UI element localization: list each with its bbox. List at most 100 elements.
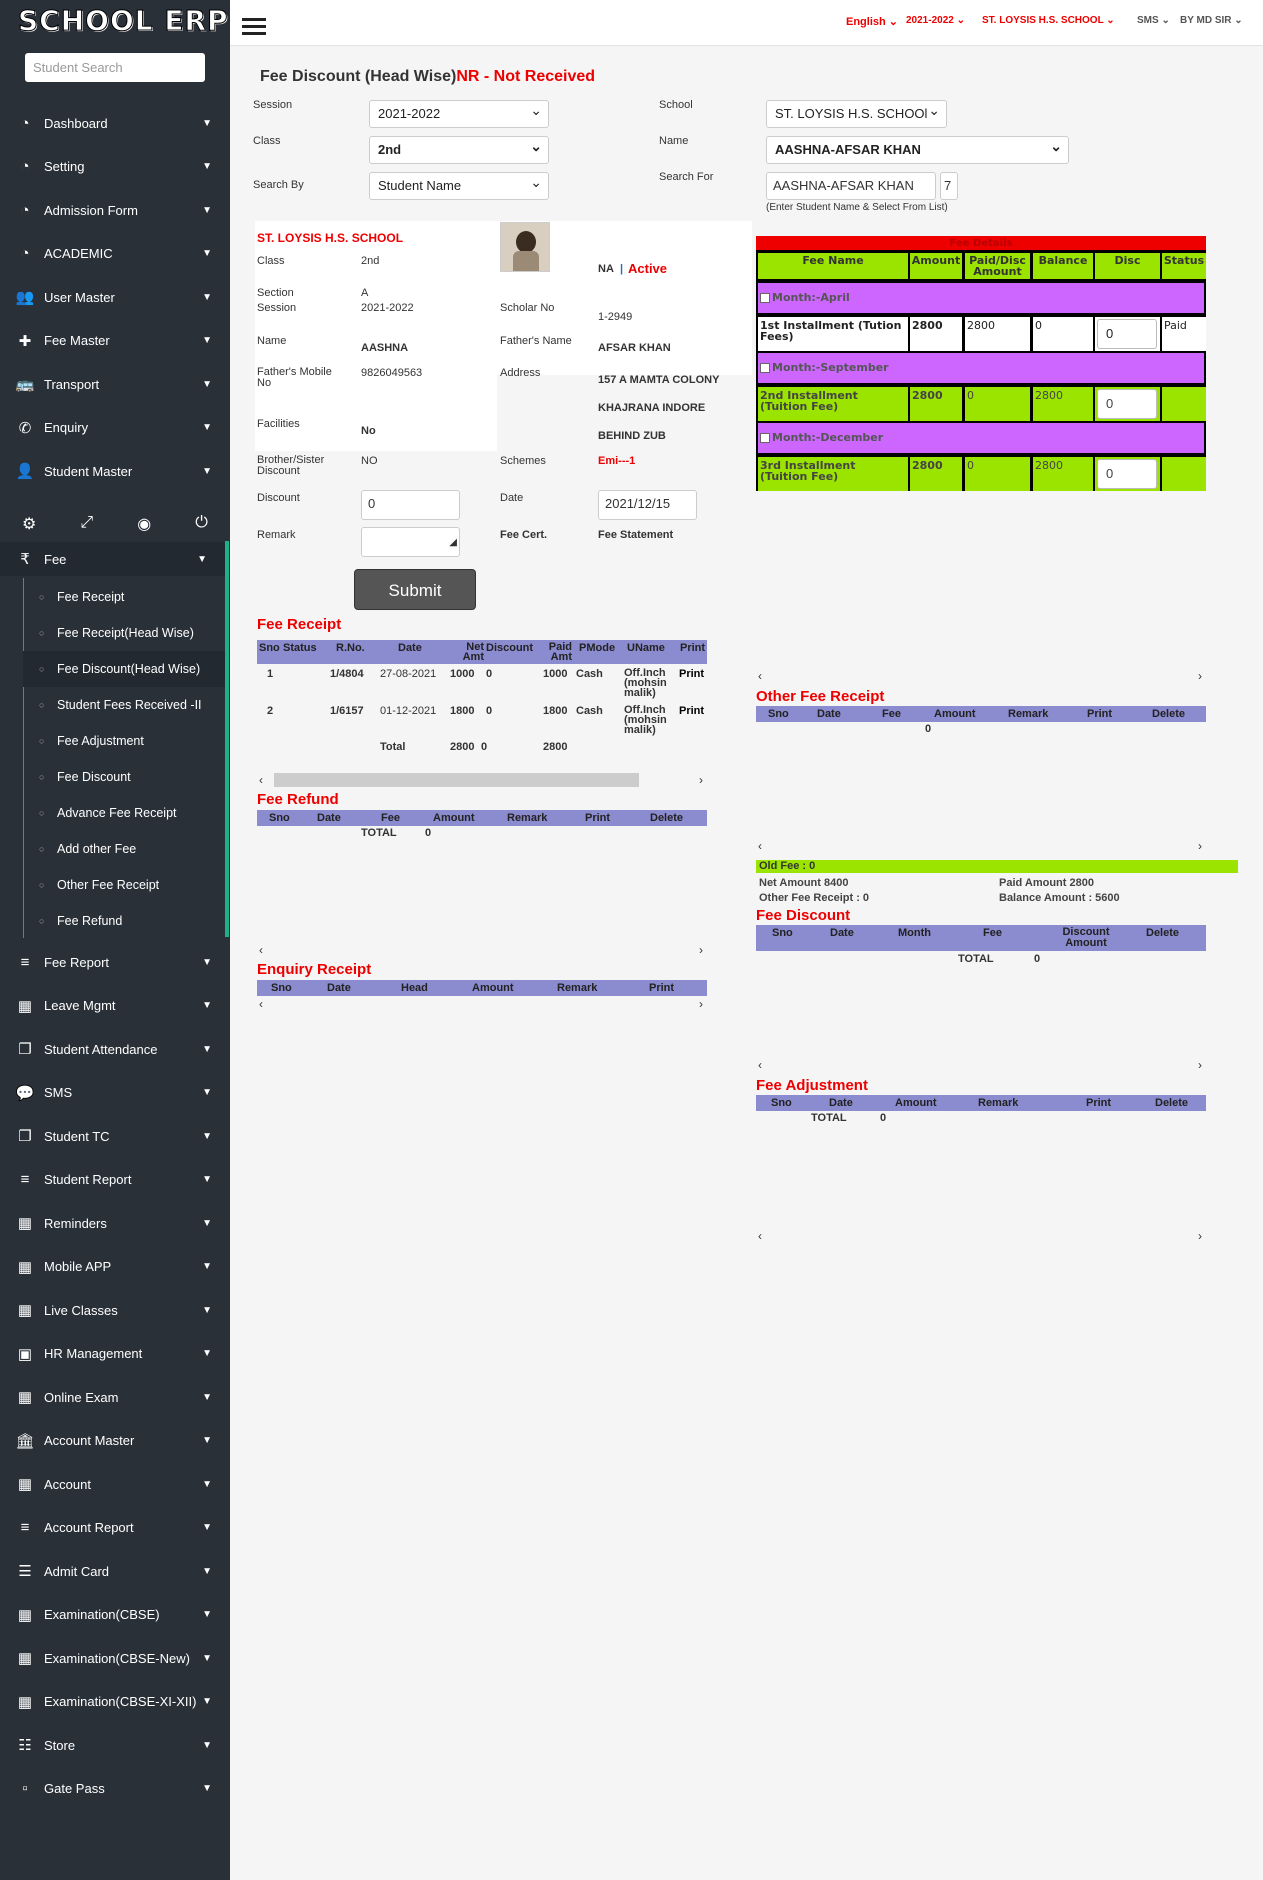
submenu-item-fee-discount-head-wise-[interactable]: ○ Fee Discount(Head Wise) — [23, 651, 225, 687]
student-search-input[interactable]: Student Search — [25, 53, 205, 82]
sidebar-item-account[interactable]: ▦ Account ▼ — [0, 1469, 230, 1499]
table-icon: ☰ — [18, 1563, 32, 1580]
sidebar-item-mobile-app[interactable]: ▦ Mobile APP ▼ — [0, 1252, 230, 1282]
discount-l: Discount — [257, 492, 300, 504]
sidebar-item-sms[interactable]: 💬 SMS ▼ — [0, 1078, 230, 1108]
sidebar-item-label: Admit Card — [44, 1563, 110, 1579]
enquiry-scrollbar[interactable]: ‹ › — [257, 997, 707, 1011]
submenu-item-student-fees-received-ii[interactable]: ○ Student Fees Received -II — [23, 687, 225, 723]
sidebar-item-label: Examination(CBSE) — [44, 1607, 160, 1622]
sidebar-item-account-master[interactable]: 🏛 Account Master ▼ — [0, 1426, 230, 1456]
sidebar-item-fee[interactable]: ₹ Fee ▼ — [0, 542, 225, 576]
submenu-label: Fee Adjustment — [57, 734, 144, 748]
sidebar-item-user-master[interactable]: 👥 User Master ▼ — [0, 282, 230, 312]
fmobile-v: 9826049563 — [361, 367, 423, 379]
net-amount: Net Amount 8400 — [759, 877, 849, 889]
gear-icon[interactable]: ⚙ — [22, 514, 36, 538]
sidebar-item-examination-cbse-[interactable]: ▦ Examination(CBSE) ▼ — [0, 1600, 230, 1630]
sidebar-item-store[interactable]: ☷ Store ▼ — [0, 1730, 230, 1760]
col-status: Status — [283, 642, 317, 654]
sidebar-item-fee-master[interactable]: ✚ Fee Master ▼ — [0, 326, 230, 356]
name-label: Name — [659, 135, 689, 147]
col-remark: Remark — [978, 1097, 1019, 1109]
sidebar-item-examination-cbse-new-[interactable]: ▦ Examination(CBSE-New) ▼ — [0, 1643, 230, 1673]
name-select[interactable]: AASHNA-AFSAR KHAN — [766, 133, 1069, 164]
submenu-item-fee-receipt-head-wise-[interactable]: ○ Fee Receipt(Head Wise) — [23, 615, 225, 651]
fee-cell-paid: 0 — [965, 457, 1030, 491]
sidebar-item-admit-card[interactable]: ☰ Admit Card ▼ — [0, 1556, 230, 1586]
month-row: Month:-September — [758, 353, 1204, 383]
submenu-item-fee-refund[interactable]: ○ Fee Refund — [23, 903, 225, 939]
sidebar-item-account-report[interactable]: ≡ Account Report ▼ — [0, 1513, 230, 1543]
fee-statement-link[interactable]: Fee Statement — [598, 529, 673, 541]
circle-icon: ○ — [39, 772, 45, 782]
col-date: Date — [830, 927, 854, 939]
refund-scrollbar[interactable]: ‹ › — [257, 943, 707, 957]
fee-details-title: Fee Details — [756, 236, 1206, 250]
disc-input[interactable]: 0 — [1097, 459, 1157, 489]
month-checkbox[interactable] — [760, 433, 770, 443]
disc-input[interactable]: 0 — [1097, 319, 1157, 349]
fee-discount-title: Fee Discount — [756, 907, 851, 924]
session-select[interactable]: 2021-2022 — [369, 97, 549, 128]
sidebar-item-label: Admission Form — [44, 202, 138, 218]
eye-slash-icon[interactable]: ◉ — [137, 514, 151, 538]
chevron-down-icon: ▼ — [202, 1043, 212, 1055]
school-menu[interactable]: ST. LOYSIS H.S. SCHOOL ⌄ — [982, 15, 1115, 26]
date-input[interactable]: 2021/12/15 — [598, 490, 697, 520]
fee-cert-link[interactable]: Fee Cert. — [500, 529, 547, 541]
submenu-item-fee-adjustment[interactable]: ○ Fee Adjustment — [23, 723, 225, 759]
month-checkbox[interactable] — [760, 293, 770, 303]
sidebar-item-examination-cbse-xi-xii-[interactable]: ▦ Examination(CBSE-XI-XII) ▼ — [0, 1687, 230, 1717]
searchfor-input[interactable]: AASHNA-AFSAR KHAN — [766, 172, 936, 200]
power-icon[interactable]: ⏻ — [195, 514, 208, 538]
user-menu[interactable]: BY MD SIR ⌄ — [1180, 15, 1243, 26]
submit-button[interactable]: Submit — [354, 569, 476, 610]
submenu-item-other-fee-receipt[interactable]: ○ Other Fee Receipt — [23, 867, 225, 903]
sidebar-item-student-master[interactable]: 👤 Student Master ▼ — [0, 456, 230, 486]
sidebar-item-enquiry[interactable]: ✆ Enquiry ▼ — [0, 413, 230, 443]
sidebar-item-dashboard[interactable]: ◔ Dashboard ▼ — [0, 108, 230, 138]
fee-header-0: Fee Name — [758, 253, 908, 279]
class-select[interactable]: 2nd — [369, 133, 549, 164]
sidebar-item-gate-pass[interactable]: ▫ Gate Pass ▼ — [0, 1774, 230, 1804]
month-checkbox[interactable] — [760, 363, 770, 373]
discount-input[interactable]: 0 — [361, 490, 460, 520]
school-select[interactable]: ST. LOYSIS H.S. SCHOOl — [766, 100, 947, 128]
fee-details-scrollbar[interactable]: ‹ › — [756, 669, 1206, 683]
sidebar-item-academic[interactable]: ◔ ACADEMIC ▼ — [0, 239, 230, 269]
col-sno: Sno — [259, 642, 280, 654]
sidebar-item-online-exam[interactable]: ▦ Online Exam ▼ — [0, 1382, 230, 1412]
hamburger-icon[interactable] — [242, 18, 266, 36]
sidebar-item-student-report[interactable]: ≡ Student Report ▼ — [0, 1165, 230, 1195]
other-scrollbar[interactable]: ‹ › — [756, 839, 1206, 853]
remark-input[interactable]: ◢ — [361, 527, 460, 557]
sidebar-item-transport[interactable]: 🚌 Transport ▼ — [0, 369, 230, 399]
row-print-link[interactable]: Print — [679, 668, 707, 680]
submenu-item-fee-discount[interactable]: ○ Fee Discount — [23, 759, 225, 795]
submenu-item-add-other-fee[interactable]: ○ Add other Fee — [23, 831, 225, 867]
sidebar-item-admission-form[interactable]: ◔ Admission Form ▼ — [0, 195, 230, 225]
fullscreen-icon[interactable]: ⤢ — [80, 514, 93, 538]
submenu-item-fee-receipt[interactable]: ○ Fee Receipt — [23, 579, 225, 615]
discount-scrollbar[interactable]: ‹ › — [756, 1058, 1206, 1072]
sidebar-item-reminders[interactable]: ▦ Reminders ▼ — [0, 1208, 230, 1238]
sidebar-item-student-tc[interactable]: ❐ Student TC ▼ — [0, 1121, 230, 1151]
adjust-scrollbar[interactable]: ‹ › — [756, 1229, 1206, 1243]
disc-input[interactable]: 0 — [1097, 389, 1157, 419]
sidebar-item-student-attendance[interactable]: ❐ Student Attendance ▼ — [0, 1034, 230, 1064]
submenu-item-advance-fee-receipt[interactable]: ○ Advance Fee Receipt — [23, 795, 225, 831]
sidebar-item-live-classes[interactable]: ▦ Live Classes ▼ — [0, 1295, 230, 1325]
receipt-scrollbar[interactable]: ‹ › — [257, 773, 707, 787]
searchby-select[interactable]: Student Name — [369, 169, 549, 200]
active-indicator — [225, 541, 229, 937]
sidebar-item-hr-management[interactable]: ▣ HR Management ▼ — [0, 1339, 230, 1369]
fee-header-3: Balance — [1033, 253, 1093, 279]
sms-menu[interactable]: SMS ⌄ — [1137, 15, 1170, 26]
year-menu[interactable]: 2021-2022 ⌄ — [906, 15, 965, 26]
sidebar-item-setting[interactable]: ◔ Setting ▼ — [0, 152, 230, 182]
language-menu[interactable]: English ⌄ — [846, 15, 898, 28]
sidebar-item-leave-mgmt[interactable]: ▦ Leave Mgmt ▼ — [0, 991, 230, 1021]
sidebar-item-fee-report[interactable]: ≡ Fee Report ▼ — [0, 947, 230, 977]
row-print-link[interactable]: Print — [679, 705, 707, 717]
